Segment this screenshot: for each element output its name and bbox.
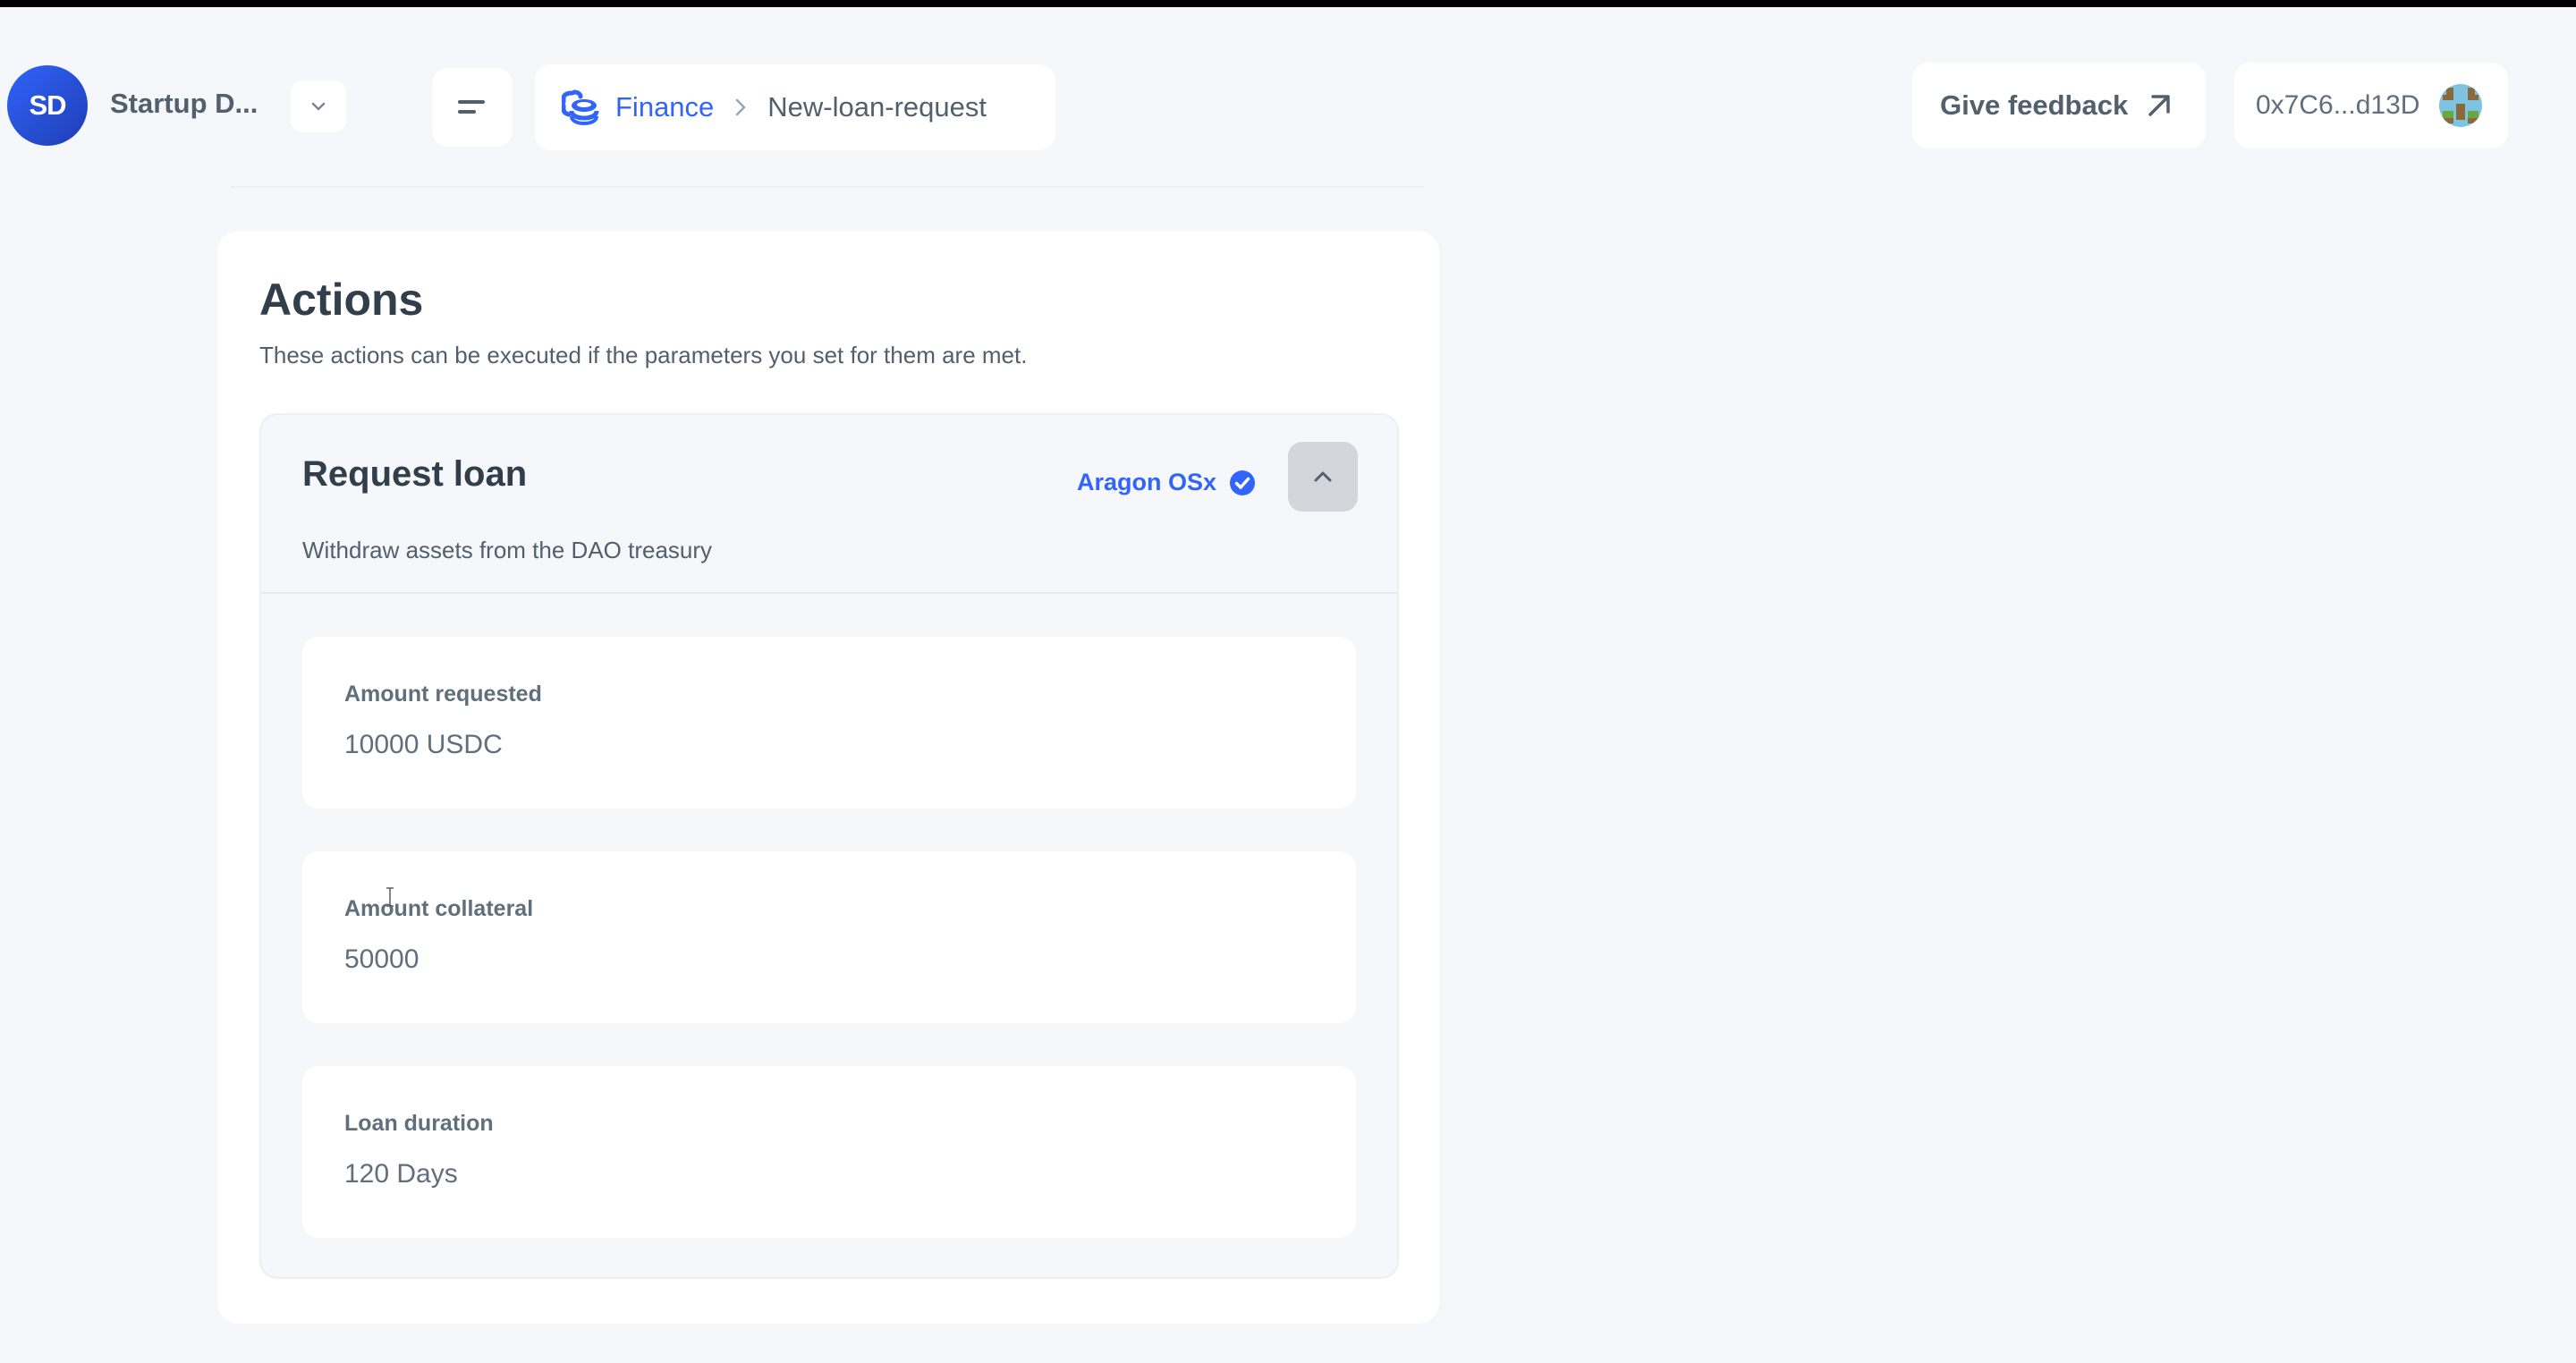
- actions-title: Actions: [259, 275, 424, 325]
- field-label: Loan duration: [344, 1111, 494, 1136]
- action-source-label: Aragon OSx: [1077, 469, 1217, 495]
- dao-switcher-button[interactable]: [291, 80, 346, 132]
- field-value: 10000 USDC: [344, 730, 503, 759]
- app-header: SD Startup D... Finance New-loan-request…: [0, 7, 2576, 186]
- field-value: 120 Days: [344, 1159, 458, 1189]
- give-feedback-button[interactable]: Give feedback: [1912, 63, 2206, 148]
- menu-lines-icon: [458, 100, 485, 114]
- wallet-button[interactable]: 0x7C6...d13D: [2234, 63, 2508, 148]
- action-description: Withdraw assets from the DAO treasury: [302, 537, 713, 563]
- header-divider: [231, 186, 1424, 188]
- action-item: Request loan Withdraw assets from the DA…: [259, 413, 1399, 1279]
- window-top-edge: [0, 0, 2576, 7]
- action-header: Request loan Withdraw assets from the DA…: [261, 415, 1397, 594]
- breadcrumb-finance-link[interactable]: Finance: [615, 91, 714, 123]
- field-value: 50000: [344, 944, 419, 974]
- dao-name[interactable]: Startup D...: [110, 88, 258, 120]
- dao-initials: SD: [29, 89, 66, 121]
- text-cursor-icon: [386, 887, 394, 907]
- coins-stack-icon: [562, 89, 599, 125]
- breadcrumb-current-page: New-loan-request: [767, 91, 987, 123]
- field-loan-duration: Loan duration 120 Days: [302, 1066, 1356, 1238]
- arrow-up-right-icon: [2146, 92, 2173, 119]
- field-label: Amount requested: [344, 682, 542, 707]
- field-label: Amount collateral: [344, 896, 534, 921]
- wallet-avatar-icon: [2439, 84, 2483, 127]
- breadcrumb: Finance New-loan-request: [535, 64, 1055, 150]
- wallet-address: 0x7C6...d13D: [2256, 90, 2420, 120]
- collapse-action-button[interactable]: [1288, 442, 1358, 512]
- actions-subtitle: These actions can be executed if the par…: [259, 342, 1028, 368]
- chevron-right-icon: [735, 98, 746, 116]
- give-feedback-label: Give feedback: [1940, 89, 2129, 121]
- menu-button[interactable]: [432, 68, 513, 147]
- chevron-down-icon: [311, 102, 326, 111]
- verified-check-icon: [1229, 470, 1256, 496]
- chevron-up-icon: [1314, 471, 1332, 482]
- dao-avatar[interactable]: SD: [7, 65, 88, 146]
- field-amount-collateral: Amount collateral 50000: [302, 851, 1356, 1023]
- action-source-badge: Aragon OSx: [1077, 469, 1256, 496]
- action-title: Request loan: [302, 454, 528, 494]
- actions-card: Actions These actions can be executed if…: [217, 231, 1439, 1324]
- field-amount-requested: Amount requested 10000 USDC: [302, 637, 1356, 808]
